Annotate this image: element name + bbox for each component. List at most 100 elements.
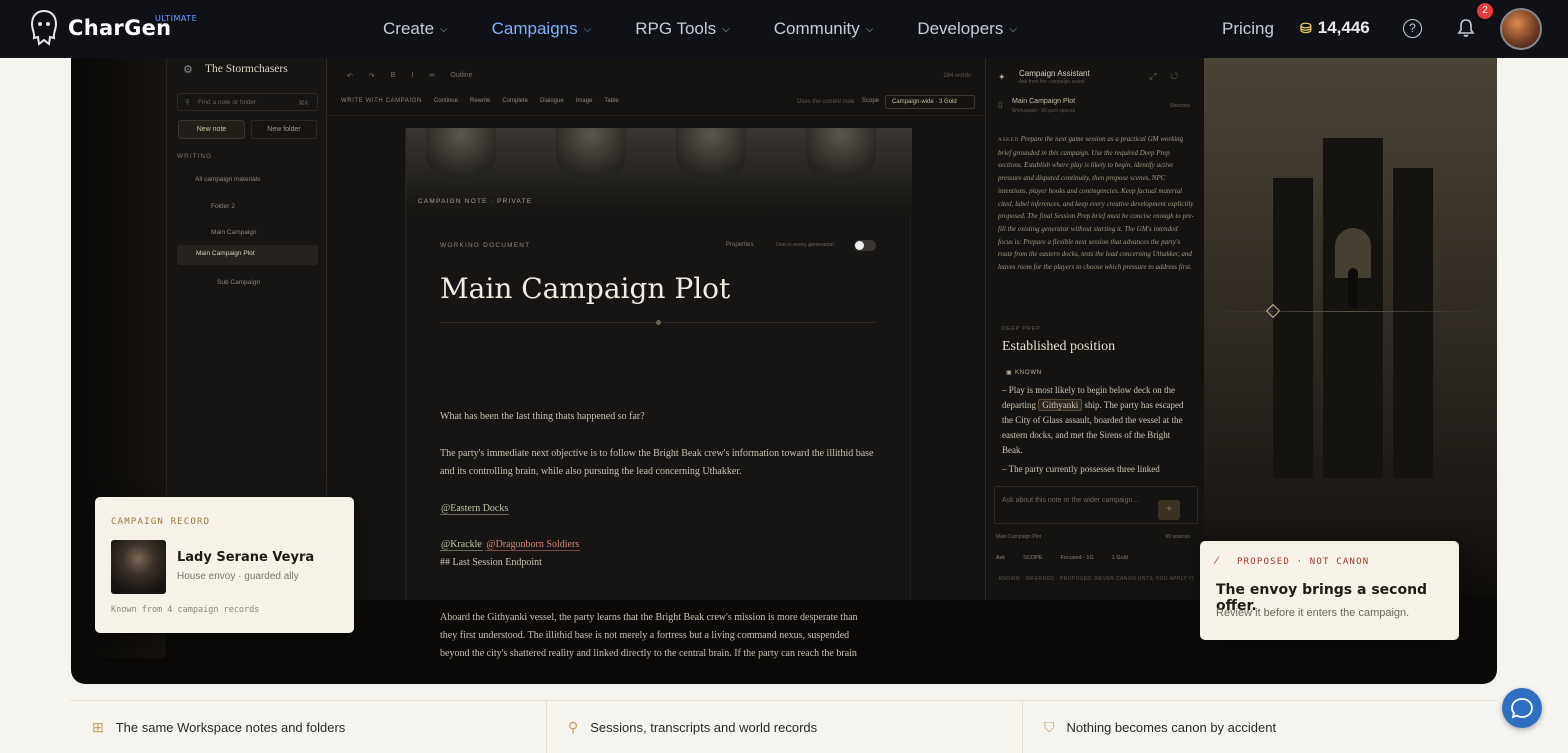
scope-label: Scope (862, 98, 880, 104)
chevron-down-icon: ⌵ (583, 23, 592, 35)
tree-item-main-campaign[interactable]: Main Campaign (211, 229, 257, 236)
chat-support-button[interactable] (1502, 688, 1542, 728)
note-search-input[interactable]: ⚲ Find a note or folder ⌘K (177, 93, 318, 111)
npc-portrait (111, 540, 166, 594)
known-label: ▣ KNOWN (1006, 370, 1042, 376)
mention-eastern-docks[interactable]: @Eastern Docks (440, 503, 510, 515)
scope-value: Campaign-wide · 3 Gold (892, 99, 957, 105)
nav-rpg-tools[interactable]: RPG Tools ⌵ (635, 19, 730, 39)
npc-role: House envoy · guarded ally (177, 571, 299, 582)
image-button[interactable]: Image (576, 98, 593, 104)
scope-label: SCOPE (1023, 555, 1043, 561)
workspace-title[interactable]: The Stormchasers (205, 63, 288, 75)
nav-create-label: Create (383, 19, 435, 38)
nav-community-label: Community (773, 19, 860, 38)
assistant-title: Campaign Assistant (1019, 69, 1090, 78)
link-icon[interactable]: ∞ (429, 72, 434, 80)
note-document: CAMPAIGN NOTE · PRIVATE WORKING DOCUMENT… (405, 128, 912, 659)
format-toolbar: ↶ ↷ B I ∞ Outline (347, 72, 473, 80)
campaign-record-card[interactable]: CAMPAIGN RECORD Lady Serane Veyra House … (95, 497, 354, 633)
divider-line (1203, 311, 1495, 312)
proposal-label: PROPOSED · NOT CANON (1237, 557, 1370, 567)
search-placeholder: Find a note or folder (198, 99, 257, 106)
chat-bubble-icon (1511, 698, 1533, 719)
feature-label: Sessions, transcripts and world records (590, 720, 818, 735)
castle-tower (1393, 168, 1433, 478)
footer-sources: 60 sources (1165, 534, 1190, 540)
table-button[interactable]: Table (604, 98, 618, 104)
focus-select[interactable]: Focused · 1G (1060, 555, 1093, 561)
feature-label: The same Workspace notes and folders (115, 720, 346, 735)
tree-item-sub-campaign[interactable]: Sub Campaign (217, 279, 260, 286)
complete-button[interactable]: Complete (502, 98, 528, 104)
tree-item-all[interactable]: All campaign materials (195, 176, 260, 183)
heading-markdown[interactable]: ## Last Session Endpoint (440, 554, 876, 572)
search-shortcut: ⌘K (298, 100, 309, 107)
nav-campaigns[interactable]: Campaigns ⌵ (492, 19, 592, 39)
chevron-down-icon: ⌵ (722, 23, 730, 35)
castle-keep (1323, 138, 1383, 478)
chargen-logo-icon[interactable] (28, 9, 60, 47)
continue-button[interactable]: Continue (434, 98, 458, 104)
context-hint: Uses the current note (797, 99, 855, 105)
paragraph[interactable]: Aboard the Githyanki vessel, the party l… (440, 609, 876, 663)
pricing-link[interactable]: Pricing (1222, 19, 1274, 39)
record-label: CAMPAIGN RECORD (111, 517, 211, 527)
italic-icon[interactable]: I (411, 72, 413, 80)
mode-select[interactable]: Ask (996, 555, 1005, 561)
mention-dragonborn-soldiers[interactable]: @Dragonborn Soldiers (485, 539, 581, 551)
properties-button[interactable]: Properties (726, 242, 753, 248)
paragraph[interactable]: What has been the last thing thats happe… (440, 408, 876, 426)
redo-icon[interactable]: ↷ (369, 72, 375, 80)
new-folder-button[interactable]: New folder (251, 120, 317, 139)
chevron-down-icon: ⌵ (865, 23, 874, 35)
feature-item: ⚲ Sessions, transcripts and world records (568, 701, 817, 753)
banner-figure (426, 128, 496, 183)
tree-item-main-campaign-plot[interactable]: Main Campaign Plot (177, 245, 318, 265)
bold-icon[interactable]: B (391, 72, 396, 80)
mention-line: @Krackle @Dragonborn Soldiers (440, 536, 876, 554)
search-icon: ⚲ (185, 99, 190, 106)
scope-select[interactable]: Campaign-wide · 3 Gold (885, 95, 975, 109)
nav-developers-label: Developers (917, 19, 1004, 38)
outline-button[interactable]: Outline (450, 72, 472, 80)
nav-developers[interactable]: Developers ⌵ (917, 19, 1017, 39)
main-menu: Create ⌵ Campaigns ⌵ RPG Tools ⌵ Community ⌵… (383, 0, 1061, 58)
nav-community[interactable]: Community ⌵ (774, 19, 874, 39)
nav-create[interactable]: Create ⌵ (383, 19, 448, 39)
tier-badge: ULTIMATE (155, 14, 198, 23)
use-in-generation-toggle[interactable] (854, 240, 876, 251)
expand-icon[interactable]: ⤢ (1149, 71, 1170, 81)
known-text: KNOWN (1014, 370, 1042, 376)
record-source-count: Known from 4 campaign records (111, 605, 260, 615)
feature-divider (546, 701, 547, 753)
search-icon: ⚲ (568, 719, 579, 735)
bell-icon[interactable] (1457, 18, 1475, 38)
proposal-card[interactable]: ⁄ PROPOSED · NOT CANON The envoy brings … (1200, 541, 1459, 640)
new-note-label: New note (196, 126, 227, 133)
undo-icon[interactable]: ↶ (347, 72, 353, 80)
history-icon[interactable]: ↺ (1170, 71, 1192, 81)
mention-krackle[interactable]: @Krackle (440, 539, 483, 551)
footer-note: Main Campaign Plot (996, 534, 1042, 540)
githyanki-mention[interactable]: Githyanki (1038, 399, 1083, 411)
working-document-label: WORKING DOCUMENT (440, 242, 531, 249)
credits-value: 14,446 (1317, 18, 1370, 37)
rewrite-button[interactable]: Rewrite (470, 98, 490, 104)
credits-balance[interactable]: ⛁ 14,446 (1300, 18, 1370, 38)
tree-item-folder2[interactable]: Folder 2 (211, 203, 235, 210)
help-icon[interactable]: ? (1403, 19, 1422, 38)
sources-link[interactable]: Sources (1170, 103, 1190, 109)
user-avatar[interactable] (1500, 8, 1542, 50)
dialogue-button[interactable]: Dialogue (540, 98, 564, 104)
bullet-item: – The party currently possesses three li… (1002, 464, 1160, 474)
send-button[interactable]: + (1158, 500, 1180, 520)
ask-placeholder: Ask about this note or the wider campaig… (1002, 497, 1139, 504)
chevron-down-icon: ⌵ (1009, 23, 1017, 35)
new-note-button[interactable]: New note (178, 120, 245, 139)
paragraph[interactable]: The party's immediate next objective is … (440, 445, 876, 481)
section-title: Established position (1002, 339, 1116, 354)
banner-figure (676, 128, 746, 183)
feature-label: Nothing becomes canon by accident (1066, 720, 1277, 735)
note-title[interactable]: Main Campaign Plot (440, 272, 730, 305)
